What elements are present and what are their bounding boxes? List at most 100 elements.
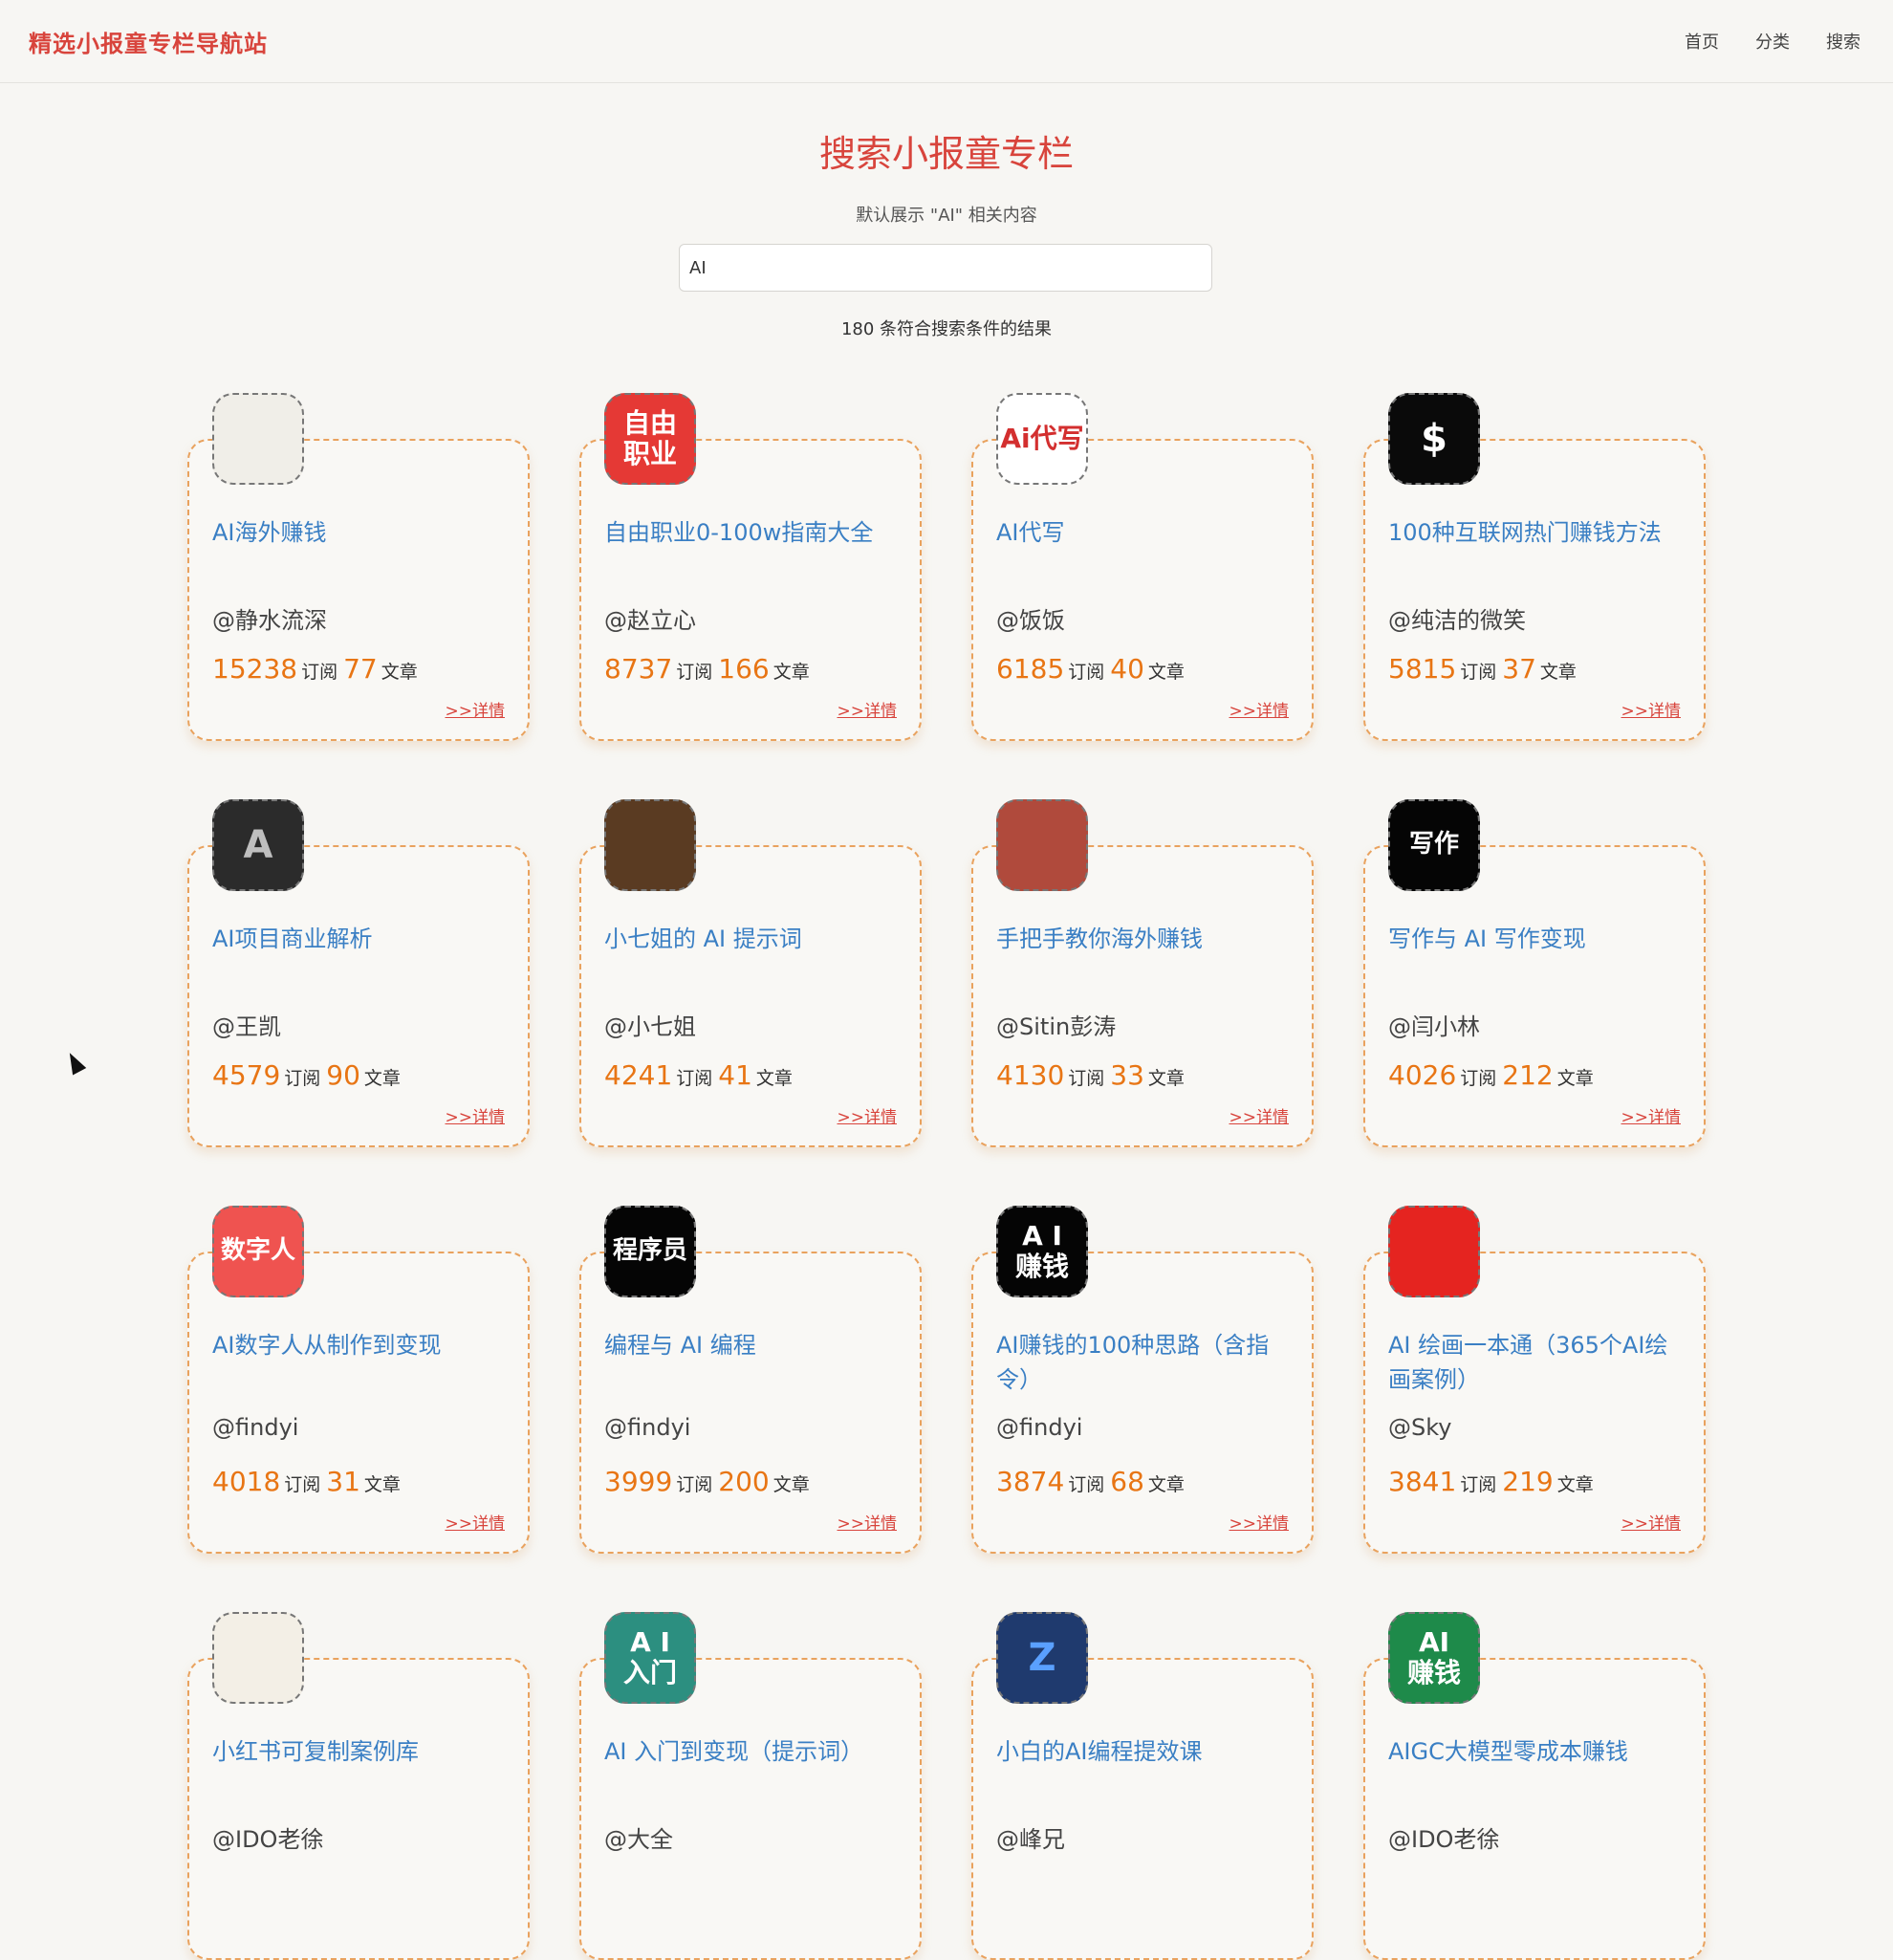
detail-link[interactable]: >>详情 <box>446 1103 506 1127</box>
detail-link[interactable]: >>详情 <box>1229 1510 1290 1534</box>
article-count: 31 <box>326 1466 360 1497</box>
nav-link-search[interactable]: 搜索 <box>1826 29 1860 54</box>
brush-icon <box>1388 1206 1480 1297</box>
nav-link-home[interactable]: 首页 <box>1685 29 1719 54</box>
card-title[interactable]: 手把手教你海外赚钱 <box>996 922 1293 956</box>
detail-link[interactable]: >>详情 <box>1621 1510 1682 1534</box>
card-title[interactable]: AIGC大模型零成本赚钱 <box>1388 1734 1685 1769</box>
column-card[interactable]: Ai代写 AI代写 @饭饭 6185 订阅 40 文章 >>详情 <box>971 393 1314 741</box>
article-label: 文章 <box>363 1068 401 1089</box>
card-title[interactable]: AI 绘画一本通（365个AI绘画案例） <box>1388 1328 1685 1397</box>
subscriber-count: 4241 <box>604 1059 673 1091</box>
article-count: 219 <box>1502 1466 1554 1497</box>
column-card[interactable]: AI 赚钱 AIGC大模型零成本赚钱 @IDO老徐 <box>1363 1612 1706 1960</box>
detail-link[interactable]: >>详情 <box>1621 1103 1682 1127</box>
column-card[interactable]: $100种互联网热门赚钱方法 @纯洁的微笑 5815 订阅 37 文章 >>详情 <box>1363 393 1706 741</box>
card-author: @IDO老徐 <box>1388 1826 1500 1853</box>
article-label: 文章 <box>1147 1474 1185 1495</box>
card-title[interactable]: AI赚钱的100种思路（含指令） <box>996 1328 1293 1397</box>
card-title[interactable]: 小红书可复制案例库 <box>212 1734 509 1769</box>
card-author: @Sky <box>1388 1414 1452 1441</box>
search-input[interactable] <box>679 244 1212 292</box>
page-title: 搜索小报童专栏 <box>818 133 1074 175</box>
column-card[interactable]: AI 绘画一本通（365个AI绘画案例） @Sky 3841 订阅 219 文章 >>详情 <box>1363 1206 1706 1554</box>
article-count: 200 <box>718 1466 770 1497</box>
portrait-icon <box>212 1612 304 1704</box>
subscriber-label: 订阅 <box>1068 1068 1105 1089</box>
detail-link[interactable]: >>详情 <box>1229 1103 1290 1127</box>
column-card[interactable]: 程序员 编程与 AI 编程 @findyi 3999 订阅 200 文章 >>详情 <box>579 1206 922 1554</box>
article-label: 文章 <box>1556 1474 1594 1495</box>
money-icon <box>212 393 304 485</box>
card-author: @Sitin彭涛 <box>996 1013 1117 1040</box>
column-card[interactable]: AI海外赚钱 @静水流深 15238 订阅 77 文章 >>详情 <box>187 393 530 741</box>
subscriber-count: 15238 <box>212 653 298 685</box>
subscriber-label: 订阅 <box>1460 1474 1497 1495</box>
column-card[interactable]: 小七姐的 AI 提示词 @小七姐 4241 订阅 41 文章 >>详情 <box>579 799 922 1147</box>
cat-icon <box>604 799 696 891</box>
card-title[interactable]: AI海外赚钱 <box>212 515 509 550</box>
nav-links: 首页 分类 搜索 <box>1685 29 1860 54</box>
card-author: @findyi <box>212 1414 299 1441</box>
top-navbar: 精选小报童专栏导航站 首页 分类 搜索 <box>0 0 1893 83</box>
card-title[interactable]: 小白的AI编程提效课 <box>996 1734 1293 1769</box>
card-author: @赵立心 <box>604 607 696 634</box>
article-count: 166 <box>718 653 770 685</box>
card-title[interactable]: 编程与 AI 编程 <box>604 1328 901 1362</box>
article-count: 37 <box>1502 653 1536 685</box>
subscriber-count: 4579 <box>212 1059 281 1091</box>
card-author: @IDO老徐 <box>212 1826 324 1853</box>
card-title[interactable]: AI 入门到变现（提示词） <box>604 1734 901 1769</box>
article-label: 文章 <box>381 662 418 683</box>
card-title[interactable]: AI代写 <box>996 515 1293 550</box>
detail-link[interactable]: >>详情 <box>1229 697 1290 721</box>
card-stats: 3874 订阅 68 文章 <box>996 1466 1190 1497</box>
subscriber-count: 3874 <box>996 1466 1065 1497</box>
subscriber-label: 订阅 <box>676 1068 713 1089</box>
detail-link[interactable]: >>详情 <box>1621 697 1682 721</box>
page-subtitle: 默认展示 "AI" 相关内容 <box>856 206 1037 226</box>
subscriber-label: 订阅 <box>676 662 713 683</box>
article-label: 文章 <box>1556 1068 1594 1089</box>
result-count: 180 条符合搜索条件的结果 <box>840 319 1053 339</box>
subscriber-label: 订阅 <box>284 1474 321 1495</box>
column-card[interactable]: Z 小白的AI编程提效课 @峰兄 <box>971 1612 1314 1960</box>
detail-link[interactable]: >>详情 <box>838 1510 898 1534</box>
column-card[interactable]: A AI项目商业解析 @王凯 4579 订阅 90 文章 >>详情 <box>187 799 530 1147</box>
detail-link[interactable]: >>详情 <box>446 1510 506 1534</box>
subscriber-count: 5815 <box>1388 653 1457 685</box>
column-card[interactable]: 手把手教你海外赚钱 @Sitin彭涛 4130 订阅 33 文章 >>详情 <box>971 799 1314 1147</box>
card-stats: 8737 订阅 166 文章 <box>604 653 816 685</box>
article-count: 77 <box>343 653 378 685</box>
card-stats: 4130 订阅 33 文章 <box>996 1059 1190 1091</box>
subscriber-label: 订阅 <box>1460 1068 1497 1089</box>
site-brand[interactable]: 精选小报童专栏导航站 <box>29 25 268 58</box>
card-author: @findyi <box>604 1414 691 1441</box>
subscriber-count: 4018 <box>212 1466 281 1497</box>
article-label: 文章 <box>772 662 810 683</box>
subscriber-label: 订阅 <box>1068 1474 1105 1495</box>
detail-link[interactable]: >>详情 <box>446 697 506 721</box>
card-author: @饭饭 <box>996 607 1065 634</box>
card-title[interactable]: 100种互联网热门赚钱方法 <box>1388 515 1685 550</box>
column-card[interactable]: 写作 写作与 AI 写作变现 @闫小林 4026 订阅 212 文章 >>详情 <box>1363 799 1706 1147</box>
subscriber-count: 8737 <box>604 653 673 685</box>
card-title[interactable]: AI项目商业解析 <box>212 922 509 956</box>
column-card[interactable]: 小红书可复制案例库 @IDO老徐 <box>187 1612 530 1960</box>
dollar-icon: $ <box>1388 393 1480 485</box>
card-title[interactable]: AI数字人从制作到变现 <box>212 1328 509 1362</box>
avatar: 自由 职业 <box>604 393 696 485</box>
column-card[interactable]: 数字人 AI数字人从制作到变现 @findyi 4018 订阅 31 文章 >>详情 <box>187 1206 530 1554</box>
column-card[interactable]: A I 赚钱 AI赚钱的100种思路（含指令） @findyi 3874 订阅 68 文章 >… <box>971 1206 1314 1554</box>
column-card[interactable]: A I 入门 AI 入门到变现（提示词） @大全 <box>579 1612 922 1960</box>
detail-link[interactable]: >>详情 <box>838 697 898 721</box>
article-label: 文章 <box>755 1068 793 1089</box>
detail-link[interactable]: >>详情 <box>838 1103 898 1127</box>
nav-link-categories[interactable]: 分类 <box>1755 29 1790 54</box>
card-title[interactable]: 写作与 AI 写作变现 <box>1388 922 1685 956</box>
column-card[interactable]: 自由 职业自由职业0-100w指南大全 @赵立心 8737 订阅 166 文章 >>详情 <box>579 393 922 741</box>
subscriber-label: 订阅 <box>1460 662 1497 683</box>
card-title[interactable]: 小七姐的 AI 提示词 <box>604 922 901 956</box>
card-title[interactable]: 自由职业0-100w指南大全 <box>604 515 901 550</box>
money-tree-icon <box>996 799 1088 891</box>
